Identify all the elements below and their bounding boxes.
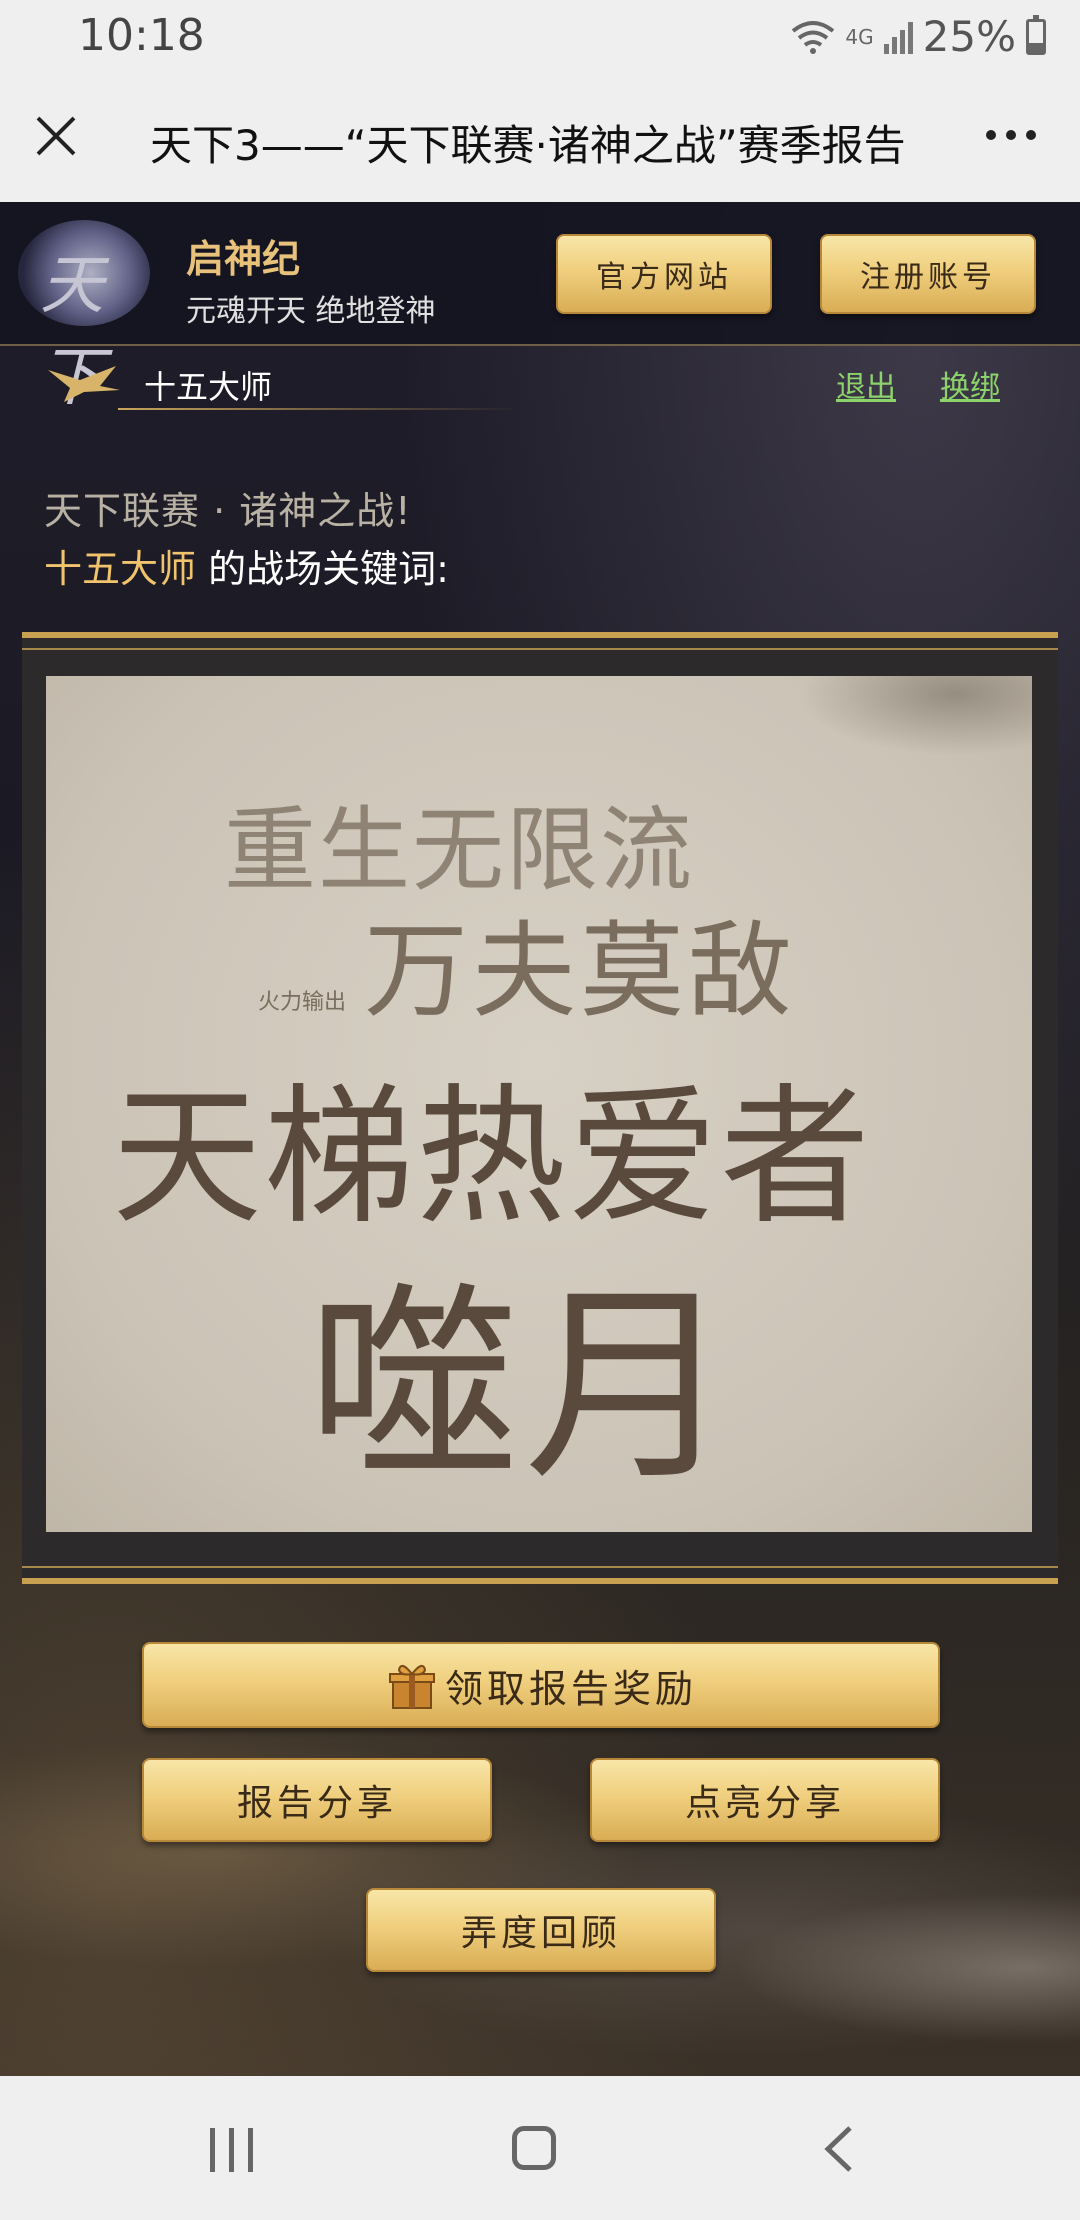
official-site-button[interactable]: 官方网站 — [556, 234, 772, 314]
keyword-2: 万夫莫敌 — [364, 910, 797, 1032]
user-underline — [118, 408, 518, 410]
game-slogan: 元魂开天 绝地登神 — [186, 294, 436, 329]
network-type: 4G — [845, 24, 874, 49]
game-name: 启神纪 — [186, 237, 301, 281]
keyword-small: 火力输出 — [258, 990, 347, 1015]
wifi-icon — [792, 20, 835, 54]
player-name: 十五大师 — [44, 547, 197, 591]
home-icon[interactable] — [512, 2126, 556, 2170]
intro-heading: 天下联赛 · 诸神之战! — [44, 489, 412, 533]
ink-splash — [772, 676, 1032, 766]
status-bar: 10:18 4G 25% — [0, 0, 1080, 76]
game-header: 天下 启神纪 元魂开天 绝地登神 官方网站 注册账号 — [0, 202, 1080, 415]
username: 十五大师 — [144, 368, 273, 406]
rebind-link[interactable]: 换绑 — [940, 362, 1000, 406]
keyword-frame: 重生无限流 万夫莫敌 火力输出 天梯热爱者 噬月 — [22, 632, 1058, 1584]
light-share-button[interactable]: 点亮分享 — [590, 1758, 940, 1842]
cellular-signal-icon — [883, 20, 913, 54]
close-icon[interactable] — [30, 110, 82, 162]
logout-link[interactable]: 退出 — [836, 362, 896, 406]
battery-percent: 25% — [922, 12, 1016, 61]
title-bar: 天下3——“天下联赛·诸神之战”赛季报告 — [0, 76, 1080, 202]
claim-reward-button[interactable]: 领取报告奖励 — [142, 1642, 940, 1728]
status-icons: 4G 25% — [791, 12, 1046, 61]
recent-apps-icon[interactable] — [210, 2128, 253, 2172]
keyword-paper: 重生无限流 万夫莫敌 火力输出 天梯热爱者 噬月 — [46, 676, 1032, 1532]
report-page: 天下 启神纪 元魂开天 绝地登神 官方网站 注册账号 十五大师 退出 换绑 天下… — [0, 202, 1080, 2076]
intro-suffix: 的战场关键词: — [196, 547, 449, 591]
annual-review-button[interactable]: 弄度回顾 — [366, 1888, 716, 1972]
status-time: 10:18 — [78, 10, 205, 61]
user-bar: 十五大师 退出 换绑 — [0, 346, 1080, 418]
more-icon[interactable] — [986, 130, 1036, 140]
gift-icon — [388, 1664, 435, 1709]
share-report-button[interactable]: 报告分享 — [142, 1758, 492, 1842]
battery-icon — [1026, 14, 1046, 55]
system-nav-bar — [0, 2076, 1080, 2220]
page-title: 天下3——“天下联赛·诸神之战”赛季报告 — [150, 121, 906, 170]
register-button[interactable]: 注册账号 — [820, 234, 1036, 314]
intro-keyword-line: 十五大师 的战场关键词: — [44, 538, 449, 593]
wing-icon — [48, 366, 120, 402]
keyword-4: 噬月 — [308, 1264, 741, 1509]
back-icon[interactable] — [820, 2124, 860, 2174]
game-logo[interactable]: 天下 — [18, 220, 150, 415]
claim-reward-label: 领取报告奖励 — [444, 1666, 697, 1711]
